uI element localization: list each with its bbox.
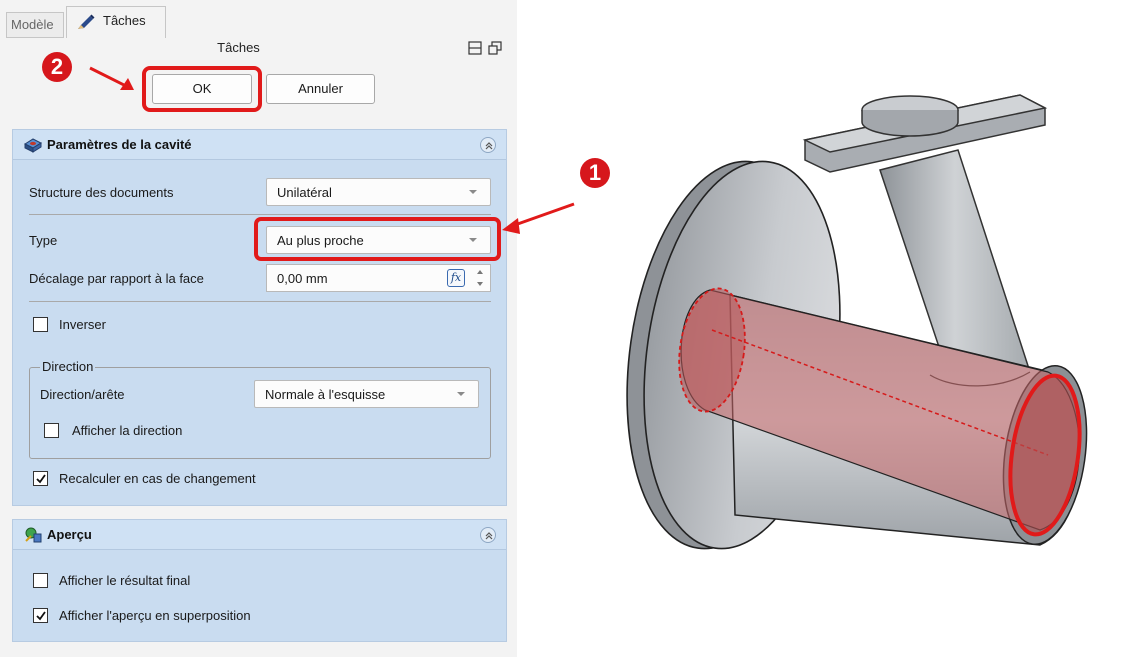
task-panel: Modèle Tâches Tâches 2 OK Annuler Paramè… [0,0,517,657]
model-3d-view [626,94,1088,550]
offset-label: Décalage par rapport à la face [29,271,204,286]
offset-spinbox[interactable]: 0,00 mm fx [266,264,491,292]
restore-icon[interactable] [488,41,502,55]
collapse-icon[interactable] [480,527,496,543]
recompute-label: Recalculer en cas de changement [59,471,256,486]
spin-up-icon[interactable] [472,266,488,278]
fx-icon[interactable]: fx [447,269,465,287]
final-result-checkbox[interactable] [33,573,48,588]
show-direction-label: Afficher la direction [72,423,183,438]
overlay-checkbox[interactable] [33,608,48,623]
tab-taches[interactable]: Tâches [66,6,166,38]
pocket-parameters-header[interactable]: Paramètres de la cavité [13,130,506,160]
pocket-parameters-section: Paramètres de la cavité Structure des do… [12,129,507,506]
cancel-button[interactable]: Annuler [266,74,375,104]
callout-arrow-1 [502,202,575,234]
chevron-down-icon [457,392,465,396]
callout-badge-1: 1 [580,158,610,188]
callout-badge-2: 2 [42,52,72,82]
panel-title: Tâches [217,40,260,55]
pocket-icon [23,138,43,153]
tab-modele-label: Modèle [11,17,54,32]
pocket-parameters-title: Paramètres de la cavité [47,137,192,152]
offset-value: 0,00 mm [277,271,328,286]
ok-highlight-frame [142,66,262,112]
divider [29,214,491,215]
3d-viewport[interactable] [517,0,1129,657]
direction-group-title: Direction [40,359,96,374]
structure-value: Unilatéral [277,185,332,200]
structure-combo[interactable]: Unilatéral [266,178,491,206]
preview-icon [25,527,42,543]
type-highlight-frame [254,217,501,261]
checkmark-icon [36,611,46,621]
preview-title: Aperçu [47,527,92,542]
direction-combo[interactable]: Normale à l'esquisse [254,380,479,408]
spin-down-icon[interactable] [472,278,488,290]
preview-header[interactable]: Aperçu [13,520,506,550]
direction-label: Direction/arête [40,387,125,402]
overlay-label: Afficher l'aperçu en superposition [59,608,251,623]
checkmark-icon [36,474,46,484]
direction-groupbox: Direction Direction/arête Normale à l'es… [29,359,491,459]
chevron-down-icon [469,190,477,194]
pen-icon [78,14,95,29]
direction-value: Normale à l'esquisse [265,387,386,402]
preview-section: Aperçu Afficher le résultat final Affich… [12,519,507,642]
divider [29,301,491,302]
recompute-checkbox[interactable] [33,471,48,486]
tab-taches-label: Tâches [103,13,146,28]
inverse-checkbox[interactable] [33,317,48,332]
collapse-icon[interactable] [480,137,496,153]
inverse-label: Inverser [59,317,106,332]
tab-modele[interactable]: Modèle [6,12,64,38]
show-direction-checkbox[interactable] [44,423,59,438]
callout-arrow-2 [89,66,134,90]
structure-label: Structure des documents [29,185,174,200]
float-icon[interactable] [468,41,482,55]
final-result-label: Afficher le résultat final [59,573,191,588]
type-label: Type [29,233,58,248]
